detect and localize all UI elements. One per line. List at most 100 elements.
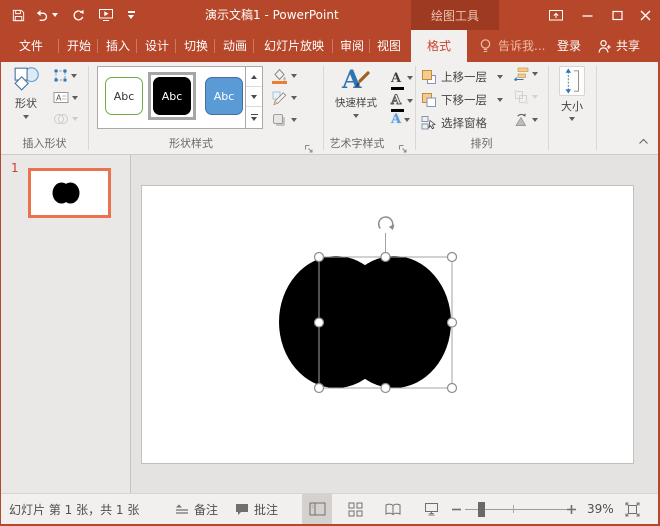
notes-label: 备注 — [194, 501, 218, 518]
text-effects-button[interactable]: A — [391, 113, 410, 126]
handle-top-middle[interactable] — [381, 253, 390, 262]
tab-slideshow[interactable]: 幻灯片放映 — [254, 30, 334, 62]
shape-styles-dialog-launcher[interactable] — [304, 139, 316, 151]
collapse-ribbon-button[interactable] — [635, 134, 651, 148]
slide-thumbnail-selected[interactable] — [28, 168, 111, 218]
close-button[interactable] — [631, 0, 660, 30]
slide-thumbnail-panel: 1 — [1, 155, 130, 493]
title-bar: 演示文稿1 - PowerPoint 绘图工具 — [1, 0, 660, 30]
bring-forward-caret — [497, 75, 503, 79]
edit-shape-button[interactable] — [53, 68, 77, 83]
slide-editing-area[interactable] — [131, 155, 659, 493]
gallery-scroll-up-button[interactable] — [246, 67, 262, 87]
tab-file[interactable]: 文件 — [9, 30, 53, 62]
selection-pane-button[interactable]: 选择窗格 — [421, 112, 487, 133]
close-icon — [640, 10, 651, 21]
tab-format[interactable]: 格式 — [411, 30, 467, 62]
send-backward-label: 下移一层 — [441, 92, 487, 108]
handle-bottom-middle[interactable] — [381, 384, 390, 393]
tab-home[interactable]: 开始 — [59, 30, 99, 62]
draw-textbox-button[interactable]: A — [53, 90, 78, 105]
slideshow-view-button[interactable] — [417, 494, 445, 524]
fit-to-window-button[interactable] — [619, 494, 645, 524]
normal-view-button[interactable] — [302, 494, 332, 524]
tab-transitions[interactable]: 切换 — [176, 30, 216, 62]
slide-sorter-view-button[interactable] — [341, 494, 369, 524]
send-backward-icon — [421, 92, 437, 108]
handle-middle-right[interactable] — [448, 318, 457, 327]
handle-top-left[interactable] — [315, 253, 324, 262]
tab-insert[interactable]: 插入 — [98, 30, 138, 62]
edit-shape-icon — [53, 68, 68, 83]
align-objects-button[interactable] — [513, 67, 538, 81]
zoom-slider-thumb[interactable] — [478, 502, 485, 517]
tab-design[interactable]: 设计 — [137, 30, 177, 62]
share-button[interactable]: 共享 — [597, 30, 640, 62]
shape-outline-caret — [291, 96, 297, 100]
status-bar: 幻灯片 第 1 张，共 1 张 备注 批注 39% — [1, 493, 660, 524]
dialog-launcher-icon — [398, 144, 408, 154]
edit-shape-caret — [71, 74, 77, 78]
tab-separator — [369, 39, 370, 53]
group-objects-button[interactable] — [513, 89, 538, 105]
customize-qat-button[interactable] — [122, 4, 140, 26]
text-outline-caret — [407, 99, 413, 103]
tab-review[interactable]: 审阅 — [333, 30, 371, 62]
handle-top-right[interactable] — [448, 253, 457, 262]
shape-style-preset-3[interactable]: Abc — [205, 77, 243, 115]
shapes-button[interactable]: 形状 — [4, 64, 48, 134]
shape-style-preset-2-selected-frame: Abc — [148, 72, 196, 120]
handle-bottom-right[interactable] — [448, 384, 457, 393]
person-add-icon — [597, 39, 612, 54]
merge-shapes-icon — [53, 112, 69, 126]
sign-in-label: 登录 — [557, 39, 581, 53]
bring-forward-button[interactable]: 上移一层 — [421, 66, 503, 87]
start-slideshow-button[interactable] — [94, 4, 118, 26]
selection-pane-icon — [421, 115, 437, 131]
gallery-more-caret — [251, 117, 257, 121]
tab-separator — [214, 39, 215, 53]
shape-style-preset-1[interactable]: Abc — [105, 77, 143, 115]
shape-outline-button[interactable] — [271, 90, 297, 106]
undo-button[interactable] — [32, 4, 60, 26]
sign-in-button[interactable]: 登录 — [557, 30, 581, 62]
notes-button[interactable]: 备注 — [175, 494, 218, 524]
merge-shapes-button[interactable] — [53, 112, 78, 126]
undo-icon — [34, 8, 49, 23]
text-outline-button[interactable]: A — [391, 89, 413, 112]
redo-button[interactable] — [67, 4, 89, 26]
handle-bottom-left[interactable] — [315, 384, 324, 393]
size-caret — [569, 117, 575, 121]
send-backward-button[interactable]: 下移一层 — [421, 89, 503, 110]
maximize-button[interactable] — [603, 0, 632, 30]
save-button[interactable] — [7, 4, 29, 26]
size-button[interactable]: 大小 — [550, 64, 594, 134]
shape-effects-button[interactable] — [271, 112, 297, 128]
zoom-level[interactable]: 39% — [587, 494, 614, 524]
selected-shape[interactable] — [279, 256, 451, 388]
rotate-objects-button[interactable] — [513, 112, 538, 127]
shape-style-preset-2[interactable]: Abc — [153, 77, 191, 115]
wordart-styles-dialog-launcher[interactable] — [398, 139, 410, 151]
zoom-slider-center-tick — [513, 505, 514, 513]
tell-me-button[interactable]: 告诉我... — [479, 30, 545, 62]
powerpoint-window: 演示文稿1 - PowerPoint 绘图工具 文件 开始 插入 设计 切换 动… — [0, 0, 660, 526]
zoom-in-button[interactable] — [565, 494, 577, 524]
gallery-more-button[interactable] — [246, 107, 262, 127]
minimize-button[interactable] — [573, 0, 602, 30]
text-fill-button[interactable]: A — [391, 67, 413, 90]
comments-button[interactable]: 批注 — [235, 494, 278, 524]
zoom-out-button[interactable] — [450, 494, 462, 524]
gallery-scroll-down-button[interactable] — [246, 87, 262, 107]
tab-animations[interactable]: 动画 — [215, 30, 255, 62]
ribbon-display-options-button[interactable] — [541, 0, 570, 30]
handle-middle-left[interactable] — [315, 318, 324, 327]
rotate-handle[interactable] — [379, 217, 395, 230]
shapes-button-label: 形状 — [15, 95, 37, 111]
undo-dropdown-caret — [52, 13, 58, 17]
quick-styles-button[interactable]: A 快速样式 — [325, 64, 387, 132]
tab-view[interactable]: 视图 — [370, 30, 408, 62]
reading-view-button[interactable] — [379, 494, 407, 524]
shape-fill-button[interactable] — [271, 68, 297, 84]
merge-shapes-caret — [72, 117, 78, 121]
